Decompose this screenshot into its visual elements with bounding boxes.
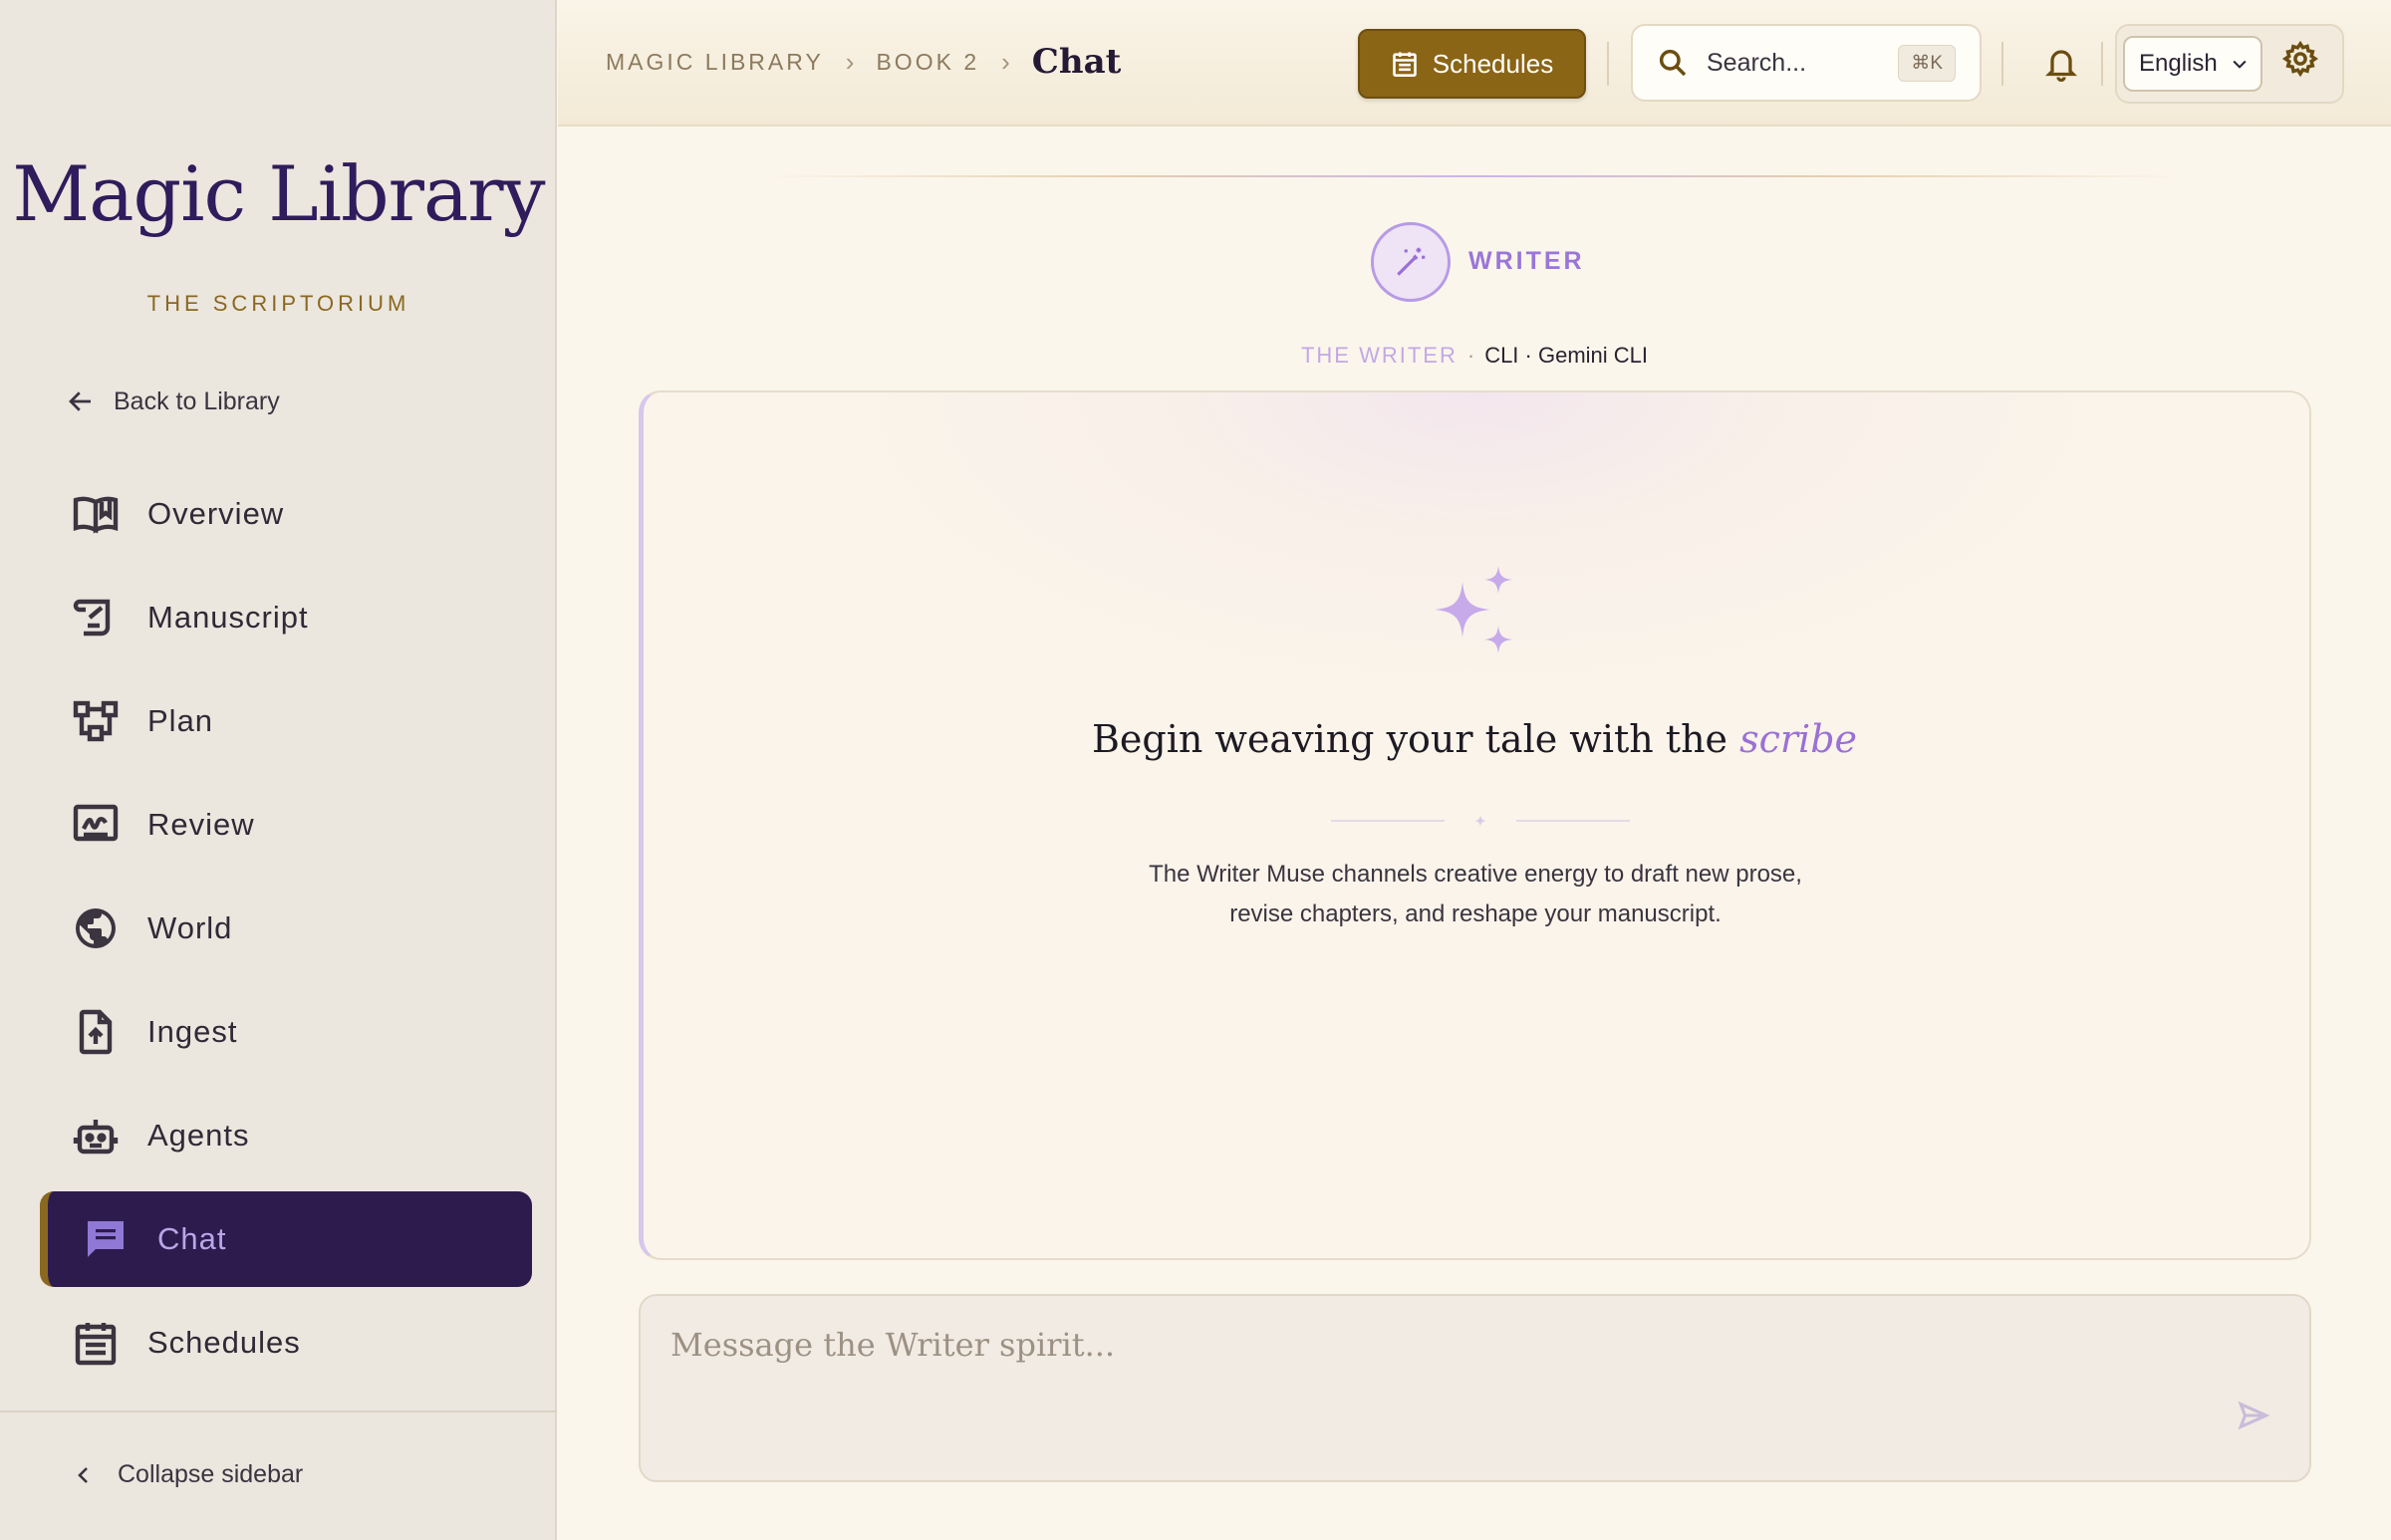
toolbar-divider — [1607, 42, 1609, 86]
sidebar-item-label: Chat — [157, 1221, 227, 1256]
file-upload-icon — [79, 1009, 113, 1055]
sparkles-icon — [1435, 566, 1512, 653]
breadcrumb-library[interactable]: MAGIC LIBRARY — [606, 49, 824, 76]
schedules-button[interactable]: Schedules — [1358, 29, 1586, 99]
magic-wand-icon — [1397, 247, 1426, 276]
toolbar-divider — [2101, 42, 2103, 86]
send-icon — [2238, 1401, 2270, 1430]
chevron-right-icon: › — [1001, 46, 1010, 77]
gear-icon — [2281, 40, 2318, 78]
globe-icon — [76, 908, 116, 948]
sidebar-divider — [0, 1411, 557, 1412]
scroll-icon — [73, 599, 111, 637]
sidebar: Magic Library THE SCRIPTORIUM Back to Li… — [0, 0, 557, 1540]
agent-avatar — [1371, 222, 1451, 302]
language-select[interactable]: English — [2123, 36, 2262, 92]
empty-state-title-prefix: Begin weaving your tale with the — [1091, 717, 1740, 761]
ornament-divider — [1331, 815, 1630, 827]
search-input[interactable]: Search... ⌘K — [1631, 24, 1982, 102]
sidebar-item-label: Agents — [147, 1118, 250, 1153]
breadcrumb: MAGIC LIBRARY › BOOK 2 › Chat — [606, 42, 1121, 82]
chevron-left-icon — [78, 1466, 88, 1483]
calendar-icon — [75, 1323, 117, 1366]
decorative-divider — [757, 175, 2192, 177]
chevron-down-icon — [2233, 60, 2247, 69]
sidebar-item-overview[interactable]: Overview — [40, 466, 532, 562]
meta-separator: · — [1466, 343, 1475, 368]
sidebar-item-ingest[interactable]: Ingest — [40, 984, 532, 1080]
sidebar-item-chat[interactable]: Chat — [40, 1191, 532, 1287]
breadcrumb-book[interactable]: BOOK 2 — [876, 49, 979, 76]
agent-engine: CLI · Gemini CLI — [1484, 343, 1649, 368]
robot-icon — [73, 1120, 119, 1155]
sidebar-item-label: Overview — [147, 496, 285, 531]
sidebar-item-label: Review — [147, 807, 255, 842]
search-shortcut-badge: ⌘K — [1898, 44, 1956, 82]
sidebar-item-world[interactable]: World — [40, 881, 532, 976]
schedules-button-label: Schedules — [1432, 48, 1554, 79]
sidebar-nav: Overview Manuscript Plan Review World In… — [40, 466, 532, 1399]
empty-state-description: The Writer Muse channels creative energy… — [1149, 861, 1802, 927]
app-subtitle: THE SCRIPTORIUM — [146, 291, 410, 316]
toolbar-divider — [2001, 42, 2003, 86]
notifications-button[interactable] — [2039, 42, 2083, 86]
preferences-group: English — [2115, 24, 2344, 104]
calendar-icon — [1392, 52, 1417, 77]
collapse-sidebar-label: Collapse sidebar — [118, 1460, 304, 1488]
topbar: MAGIC LIBRARY › BOOK 2 › Chat Schedules … — [558, 0, 2391, 127]
back-to-library-label: Back to Library — [114, 386, 280, 415]
agent-role: THE WRITER — [1300, 343, 1458, 368]
app-logo[interactable]: Magic Library — [0, 149, 557, 238]
sidebar-item-agents[interactable]: Agents — [40, 1088, 532, 1183]
sidebar-item-review[interactable]: Review — [40, 777, 532, 873]
sidebar-item-schedules[interactable]: Schedules — [40, 1295, 532, 1391]
empty-state-title-accent: scribe — [1739, 717, 1858, 761]
sidebar-item-label: Ingest — [147, 1014, 238, 1049]
book-open-icon — [73, 496, 119, 534]
sidebar-item-label: World — [147, 910, 233, 945]
message-input[interactable] — [670, 1326, 2225, 1445]
collapse-sidebar-button[interactable]: Collapse sidebar — [72, 1460, 303, 1489]
settings-button[interactable] — [2281, 40, 2325, 84]
search-icon — [1659, 49, 1687, 77]
chat-icon — [88, 1221, 124, 1257]
page-title: Chat — [1031, 42, 1122, 82]
language-value: English — [2139, 50, 2218, 77]
agent-label: WRITER — [1468, 247, 1585, 275]
chevron-right-icon: › — [845, 46, 855, 77]
back-to-library-link[interactable]: Back to Library — [66, 386, 280, 416]
sidebar-item-manuscript[interactable]: Manuscript — [40, 570, 532, 665]
sidebar-item-label: Manuscript — [147, 600, 309, 635]
sidebar-item-label: Schedules — [147, 1325, 301, 1360]
agent-meta: THE WRITER · CLI · Gemini CLI — [0, 343, 2391, 369]
message-composer — [639, 1294, 2311, 1482]
signature-icon — [73, 804, 119, 842]
send-button[interactable] — [2232, 1394, 2275, 1437]
search-placeholder: Search... — [1707, 48, 1807, 77]
empty-state-title: Begin weaving your tale with the scribe — [0, 717, 2391, 761]
arrow-left-icon — [69, 391, 91, 411]
bell-icon — [2045, 50, 2077, 82]
